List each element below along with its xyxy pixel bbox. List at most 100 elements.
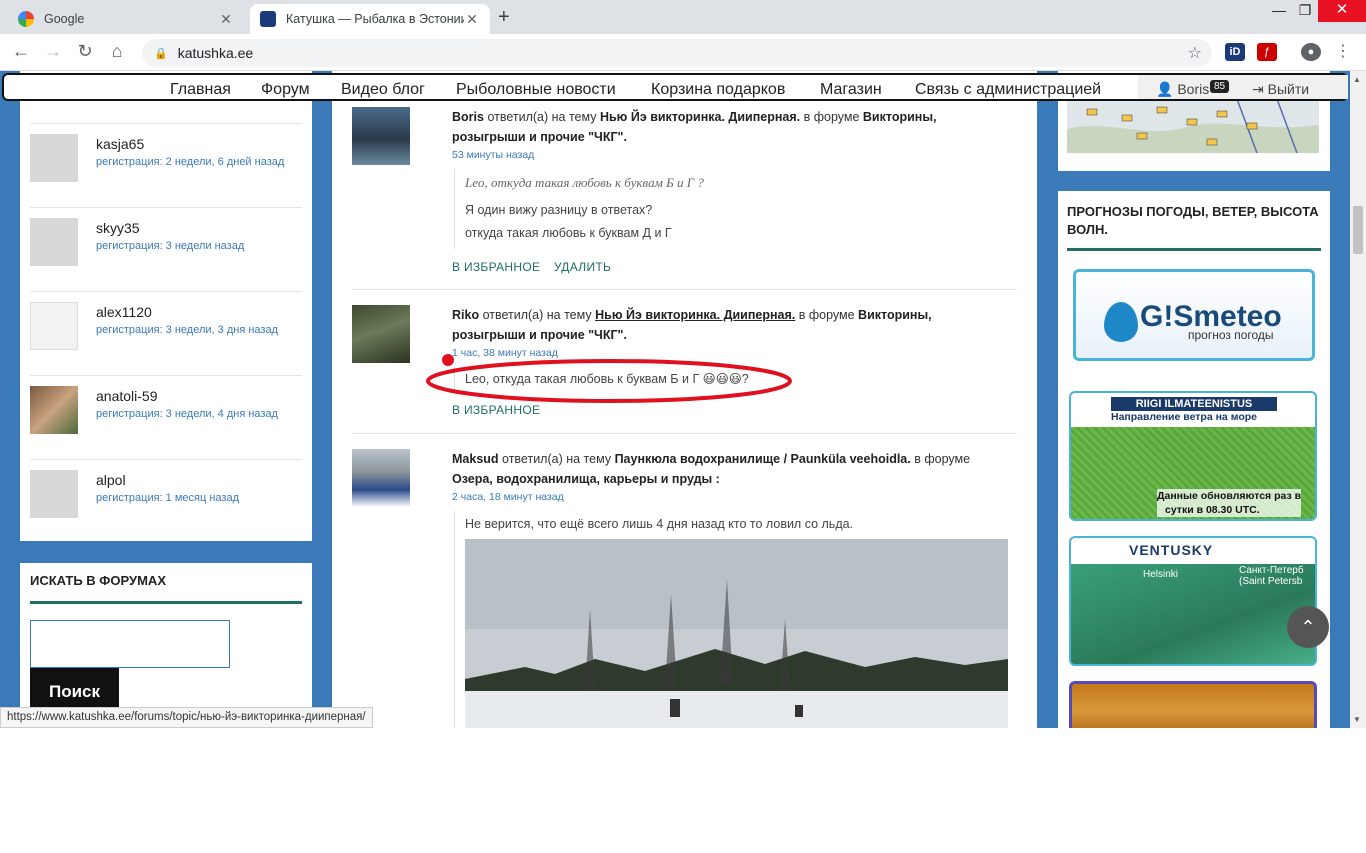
- map-label-helsinki: Helsinki: [1143, 569, 1179, 580]
- annotation-ellipse: [426, 354, 792, 403]
- restore-icon[interactable]: ❐: [1290, 2, 1320, 19]
- new-tab-icon[interactable]: +: [498, 6, 510, 29]
- activity-time[interactable]: 2 часа, 18 минут назад: [452, 491, 564, 503]
- member-name[interactable]: anatoli-59: [96, 388, 158, 404]
- profile-icon[interactable]: ●: [1301, 43, 1321, 61]
- site-favicon-icon: [260, 11, 276, 27]
- member-name[interactable]: alpol: [96, 472, 126, 488]
- back-icon[interactable]: ←: [8, 41, 34, 62]
- weather-widget-title: ПРОГНОЗЫ ПОГОДЫ, ВЕТЕР, ВЫСОТА ВОЛН.: [1067, 204, 1319, 237]
- in-forum-label: в форуме: [803, 110, 860, 124]
- post-author[interactable]: Boris: [452, 110, 484, 124]
- new-members-widget: kasja65 регистрация: 2 недели, 6 дней на…: [20, 71, 312, 541]
- avatar[interactable]: [352, 305, 410, 363]
- gismeteo-subtitle: прогноз погоды: [1188, 328, 1274, 342]
- flash-extension-icon[interactable]: ƒ: [1257, 43, 1277, 61]
- favorite-button[interactable]: В ИЗБРАННОЕ: [452, 260, 540, 274]
- menu-item-shop[interactable]: Магазин: [820, 81, 882, 99]
- forum-link[interactable]: Озера, водохранилища, карьеры и пруды :: [452, 472, 720, 486]
- in-forum-label: в форуме: [914, 452, 971, 466]
- menu-item-video-blog[interactable]: Видео блог: [341, 81, 425, 99]
- title-underline: [30, 601, 302, 604]
- avatar[interactable]: [30, 134, 78, 182]
- topic-link[interactable]: Нью Йэ викторинка. Дииперная.: [595, 308, 795, 322]
- wave-height-banner[interactable]: [1069, 681, 1317, 728]
- riigi-ilmateenistus-banner[interactable]: RIIGI ILMATEENISTUS Направление ветра на…: [1069, 391, 1317, 521]
- forward-icon[interactable]: →: [40, 41, 66, 62]
- forum-name-part: Викторины,: [862, 110, 937, 124]
- member-registered: регистрация: 3 недели назад: [96, 240, 245, 252]
- home-icon[interactable]: ⌂: [104, 41, 130, 62]
- list-item: kasja65 регистрация: 2 недели, 6 дней на…: [30, 123, 302, 207]
- riigi-logo: RIIGI ILMATEENISTUS: [1111, 397, 1277, 411]
- map-label-spb: (Saint Petersb: [1239, 576, 1303, 587]
- avatar[interactable]: [352, 449, 410, 507]
- avatar[interactable]: [30, 302, 78, 350]
- ventusky-header: VENTUSKY: [1071, 538, 1315, 564]
- reload-icon[interactable]: ↻: [72, 41, 98, 62]
- avatar[interactable]: [30, 386, 78, 434]
- title-underline: [1067, 248, 1321, 251]
- ventusky-logo: VENTUSKY: [1129, 542, 1214, 558]
- page-viewport: Главная Форум Видео блог Рыболовные ново…: [0, 71, 1350, 728]
- list-item: alpol регистрация: 1 месяц назад: [30, 459, 302, 543]
- menu-item-gifts[interactable]: Корзина подарков: [651, 81, 785, 99]
- topic-link[interactable]: Паункюла водохранилище / Paunküla veehoi…: [615, 452, 911, 466]
- browser-tabbar: Google ✕ Катушка — Рыбалка в Эстонии ✕ +…: [0, 0, 1366, 34]
- menu-item-news[interactable]: Рыболовные новости: [456, 81, 616, 99]
- scrollbar-thumb[interactable]: [1353, 206, 1363, 254]
- search-input[interactable]: [30, 620, 230, 668]
- post-excerpt: Не верится, что ещё всего лишь 4 дня наз…: [454, 511, 1014, 728]
- post-author[interactable]: Maksud: [452, 452, 499, 466]
- riigi-note: Данные обновляются раз в сутки в 08.30 U…: [1157, 489, 1302, 517]
- member-registered: регистрация: 2 недели, 6 дней назад: [96, 156, 285, 168]
- page-scrollbar[interactable]: ▲ ▼: [1350, 71, 1366, 728]
- list-item: anatoli-59 регистрация: 3 недели, 4 дня …: [30, 375, 302, 459]
- delete-button[interactable]: УДАЛИТЬ: [554, 260, 611, 274]
- close-tab-icon[interactable]: ✕: [218, 11, 234, 28]
- notification-badge[interactable]: 85: [1210, 80, 1230, 93]
- map-label-spb: Санкт-Петерб: [1239, 565, 1304, 576]
- scroll-to-top-button[interactable]: ⌃: [1287, 606, 1329, 648]
- tab-katushka[interactable]: Катушка — Рыбалка в Эстонии ✕: [250, 4, 490, 34]
- avatar[interactable]: [352, 107, 410, 165]
- tab-title: Google: [44, 12, 85, 26]
- member-registered: регистрация: 3 недели, 3 дня назад: [96, 324, 278, 336]
- avatar[interactable]: [30, 470, 78, 518]
- tab-google[interactable]: Google ✕: [8, 4, 244, 34]
- post-author[interactable]: Riko: [452, 308, 479, 322]
- menu-item-home[interactable]: Главная: [170, 81, 231, 99]
- riigi-subtitle: Направление ветра на море: [1111, 411, 1257, 423]
- address-toolbar: ← → ↻ ⌂ 🔒 katushka.ee ☆ iD ƒ ● ⋮: [0, 34, 1366, 71]
- forum-name-part: розыгрыши и прочие "ЧКГ".: [452, 328, 627, 342]
- weather-map-image[interactable]: [1067, 99, 1319, 153]
- gismeteo-banner[interactable]: G!Smeteo прогноз погоды: [1073, 269, 1315, 361]
- activity-time[interactable]: 53 минуты назад: [452, 149, 534, 161]
- riigi-note-line: Данные обновляются раз в: [1157, 490, 1302, 502]
- avatar[interactable]: [30, 218, 78, 266]
- menu-item-forum[interactable]: Форум: [261, 81, 310, 99]
- menu-item-contact[interactable]: Связь с администрацией: [915, 81, 1101, 99]
- member-name[interactable]: skyy35: [96, 220, 140, 236]
- ventusky-banner[interactable]: VENTUSKY Helsinki Санкт-Петерб (Saint Pe…: [1069, 536, 1317, 666]
- scroll-down-icon[interactable]: ▼: [1353, 715, 1361, 724]
- close-tab-icon[interactable]: ✕: [464, 11, 480, 28]
- bookmark-star-icon[interactable]: ☆: [1188, 43, 1202, 63]
- post-text-line: Я один вижу разницу в ответах?: [465, 203, 653, 217]
- id-extension-icon[interactable]: iD: [1225, 43, 1245, 61]
- scroll-up-icon[interactable]: ▲: [1353, 75, 1361, 84]
- topic-link[interactable]: Нью Йэ викторинка. Дииперная.: [600, 110, 800, 124]
- close-window-icon[interactable]: ✕: [1318, 0, 1366, 22]
- url-bar[interactable]: 🔒 katushka.ee ☆: [142, 39, 1212, 67]
- post-photo[interactable]: [465, 539, 1008, 728]
- member-name[interactable]: alex1120: [96, 304, 152, 320]
- list-item: skyy35 регистрация: 3 недели назад: [30, 207, 302, 291]
- riigi-note-line: сутки в 08.30 UTC.: [1165, 504, 1260, 516]
- user-name: Boris: [1177, 81, 1210, 97]
- logout-link[interactable]: ⇥ Выйти: [1252, 81, 1309, 98]
- menu-kebab-icon[interactable]: ⋮: [1333, 43, 1353, 61]
- site-menu: Главная Форум Видео блог Рыболовные ново…: [2, 73, 1348, 101]
- member-name[interactable]: kasja65: [96, 136, 144, 152]
- user-profile-link[interactable]: 👤 Boris: [1156, 81, 1209, 98]
- activity-header: Riko ответил(а) на тему Нью Йэ викторинк…: [452, 305, 952, 345]
